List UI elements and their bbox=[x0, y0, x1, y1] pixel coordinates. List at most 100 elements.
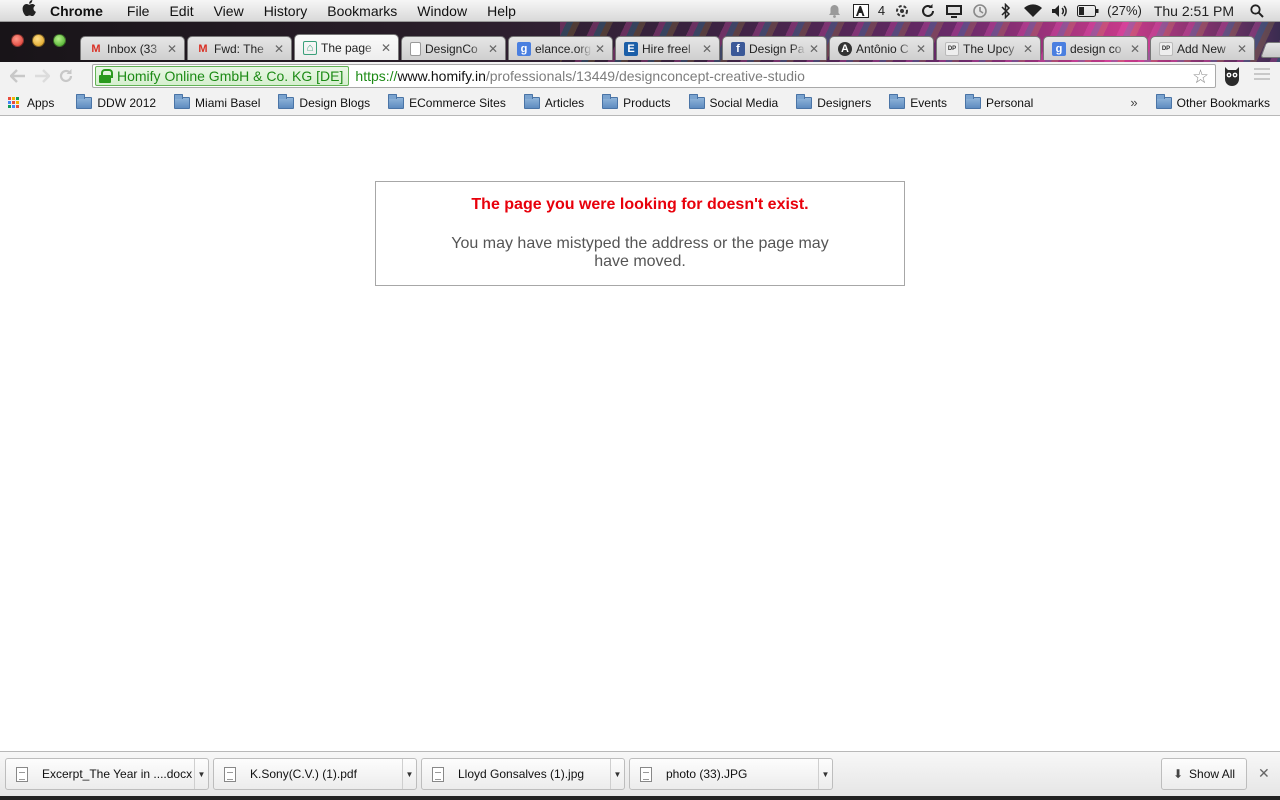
menubar-clock[interactable]: Thu 2:51 PM bbox=[1154, 3, 1234, 19]
download-menu-arrow-icon[interactable]: ▼ bbox=[402, 759, 416, 789]
bookmark-folder-design-blogs[interactable]: Design Blogs bbox=[270, 92, 376, 114]
download-item[interactable]: K.Sony(C.V.) (1).pdf ▼ bbox=[213, 758, 417, 790]
folder-icon bbox=[602, 93, 619, 109]
show-all-label: Show All bbox=[1189, 767, 1236, 781]
url-text[interactable]: https://www.homify.in/professionals/1344… bbox=[355, 68, 805, 84]
menu-file[interactable]: File bbox=[117, 3, 160, 19]
bookmark-folder-designers[interactable]: Designers bbox=[788, 92, 877, 114]
tab-title: Hire freel bbox=[642, 41, 691, 56]
menu-view[interactable]: View bbox=[204, 3, 254, 19]
adobe-icon[interactable] bbox=[852, 0, 870, 22]
app-menu-chrome[interactable]: Chrome bbox=[40, 3, 117, 19]
spotlight-search-icon[interactable] bbox=[1248, 0, 1266, 22]
tab-close-icon[interactable]: ✕ bbox=[1236, 42, 1248, 56]
menu-help[interactable]: Help bbox=[477, 3, 526, 19]
facebook-icon: f bbox=[731, 41, 745, 56]
bookmark-folder-ddw-2012[interactable]: DDW 2012 bbox=[68, 92, 162, 114]
tab-design-co[interactable]: g design co ✕ bbox=[1043, 36, 1148, 60]
bookmark-star-icon[interactable]: ☆ bbox=[1192, 66, 1209, 89]
sync-icon[interactable] bbox=[919, 0, 937, 22]
tab-close-icon[interactable]: ✕ bbox=[166, 42, 178, 56]
reload-icon[interactable] bbox=[54, 64, 78, 88]
tab-close-icon[interactable]: ✕ bbox=[273, 42, 285, 56]
apple-menu-icon[interactable] bbox=[18, 0, 40, 21]
owl-extension-icon[interactable] bbox=[1223, 65, 1241, 87]
window-minimize-button[interactable] bbox=[32, 34, 45, 47]
download-menu-arrow-icon[interactable]: ▼ bbox=[194, 759, 208, 789]
google-icon: g bbox=[517, 41, 531, 56]
bookmark-folder-miami-basel[interactable]: Miami Basel bbox=[166, 92, 266, 114]
bookmark-label: Apps bbox=[27, 95, 55, 110]
display-icon[interactable] bbox=[945, 0, 963, 22]
bookmark-folder-products[interactable]: Products bbox=[594, 92, 676, 114]
download-item[interactable]: photo (33).JPG ▼ bbox=[629, 758, 833, 790]
tab-close-icon[interactable]: ✕ bbox=[1129, 42, 1141, 56]
time-machine-icon[interactable] bbox=[971, 0, 989, 22]
window-close-button[interactable] bbox=[11, 34, 24, 47]
menu-bookmarks[interactable]: Bookmarks bbox=[317, 3, 407, 19]
download-menu-arrow-icon[interactable]: ▼ bbox=[818, 759, 832, 789]
tab-inbox[interactable]: M Inbox (33 ✕ bbox=[80, 36, 185, 60]
bookmark-label: Events bbox=[910, 95, 947, 110]
battery-icon[interactable] bbox=[1077, 0, 1099, 22]
wifi-icon[interactable] bbox=[1023, 0, 1043, 22]
close-download-shelf-icon[interactable]: ✕ bbox=[1258, 765, 1270, 782]
tab-close-icon[interactable]: ✕ bbox=[1022, 42, 1034, 56]
folder-icon bbox=[76, 93, 93, 109]
show-all-downloads-button[interactable]: ⬇ Show All bbox=[1161, 758, 1247, 790]
address-bar[interactable]: Homify Online GmbH & Co. KG [DE] https:/… bbox=[92, 64, 1216, 88]
tab-close-icon[interactable]: ✕ bbox=[915, 42, 927, 56]
bookmark-folder-other-bookmarks[interactable]: Other Bookmarks bbox=[1148, 92, 1276, 114]
tab-close-icon[interactable]: ✕ bbox=[380, 41, 392, 55]
tab-title: Fwd: The bbox=[214, 41, 264, 56]
window-zoom-button[interactable] bbox=[53, 34, 66, 47]
design-pataki-icon: DP bbox=[1159, 41, 1173, 56]
tab-close-icon[interactable]: ✕ bbox=[808, 42, 820, 56]
browser-toolbar: Homify Online GmbH & Co. KG [DE] https:/… bbox=[0, 62, 1280, 90]
folder-icon bbox=[796, 93, 813, 109]
tab-close-icon[interactable]: ✕ bbox=[487, 42, 499, 56]
download-filename: K.Sony(C.V.) (1).pdf bbox=[250, 767, 357, 781]
ev-organization-name: Homify Online GmbH & Co. KG [DE] bbox=[117, 68, 344, 84]
bookmark-apps[interactable]: Apps bbox=[0, 92, 60, 114]
menu-window[interactable]: Window bbox=[407, 3, 477, 19]
tab-close-icon[interactable]: ✕ bbox=[594, 42, 606, 56]
bookmark-folder-articles[interactable]: Articles bbox=[516, 92, 590, 114]
download-item[interactable]: Lloyd Gonsalves (1).jpg ▼ bbox=[421, 758, 625, 790]
menu-history[interactable]: History bbox=[254, 3, 318, 19]
back-arrow-icon[interactable] bbox=[6, 64, 30, 88]
bluetooth-icon[interactable] bbox=[997, 0, 1015, 22]
tab-designco[interactable]: DesignCo ✕ bbox=[401, 36, 506, 60]
notification-bell-icon[interactable] bbox=[826, 0, 844, 22]
forward-arrow-icon[interactable] bbox=[30, 64, 54, 88]
url-path: /professionals/13449/designconcept-creat… bbox=[485, 68, 805, 84]
bookmarks-overflow-chevron[interactable]: » bbox=[1130, 95, 1137, 110]
tab-title: Inbox (33 bbox=[107, 41, 158, 56]
bookmark-label: Designers bbox=[817, 95, 872, 110]
tab-close-icon[interactable]: ✕ bbox=[701, 42, 713, 56]
tab-design-pa[interactable]: f Design Pa ✕ bbox=[722, 36, 827, 60]
ev-certificate-badge[interactable]: Homify Online GmbH & Co. KG [DE] bbox=[95, 66, 350, 86]
tab-antonio[interactable]: A Antônio C ✕ bbox=[829, 36, 934, 60]
download-item[interactable]: Excerpt_The Year in ....docx ▼ bbox=[5, 758, 209, 790]
menu-edit[interactable]: Edit bbox=[159, 3, 203, 19]
gear-sync-icon[interactable] bbox=[893, 0, 911, 22]
tab-fwd[interactable]: M Fwd: The ✕ bbox=[187, 36, 292, 60]
bookmark-label: Articles bbox=[544, 95, 585, 110]
bookmarks-bar: Apps DDW 2012 Miami Basel Design Blogs E… bbox=[0, 90, 1280, 116]
tab-elance-org[interactable]: g elance.org ✕ bbox=[508, 36, 613, 60]
download-menu-arrow-icon[interactable]: ▼ bbox=[610, 759, 624, 789]
tab-hire-freelancers[interactable]: E Hire freel ✕ bbox=[615, 36, 720, 60]
tab-the-upcycle[interactable]: DP The Upcy ✕ bbox=[936, 36, 1041, 60]
tab-the-page[interactable]: ⌂ The page ✕ bbox=[294, 34, 399, 60]
bookmark-folder-social-media[interactable]: Social Media bbox=[681, 92, 785, 114]
tab-add-new[interactable]: DP Add New ✕ bbox=[1150, 36, 1255, 60]
bookmark-folder-personal[interactable]: Personal bbox=[957, 92, 1039, 114]
folder-icon bbox=[523, 93, 540, 109]
bookmark-folder-events[interactable]: Events bbox=[881, 92, 953, 114]
new-tab-button[interactable] bbox=[1260, 42, 1280, 58]
bookmark-folder-ecommerce-sites[interactable]: ECommerce Sites bbox=[380, 92, 512, 114]
volume-icon[interactable] bbox=[1051, 0, 1069, 22]
docx-file-icon bbox=[16, 766, 28, 782]
chrome-menu-icon[interactable] bbox=[1254, 68, 1270, 82]
